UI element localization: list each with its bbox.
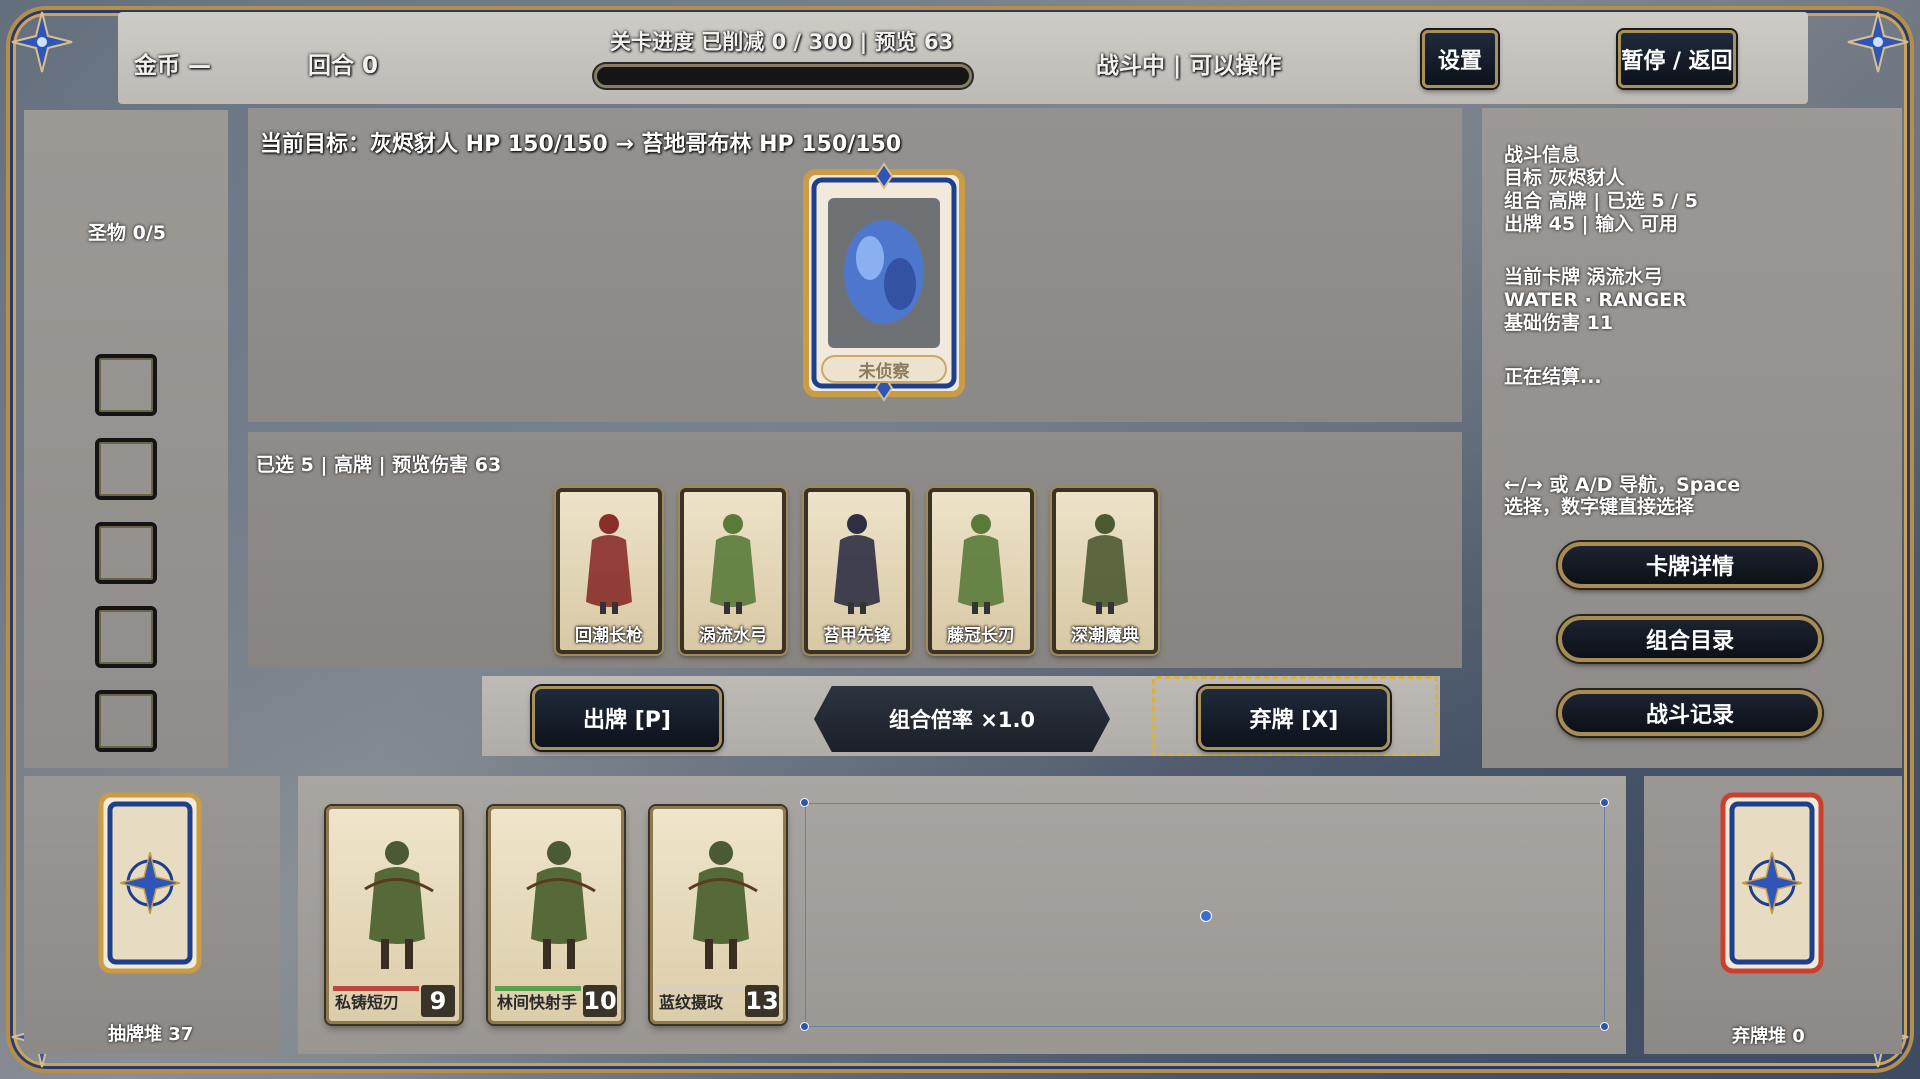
hand-card-value: 10 xyxy=(583,985,617,1017)
relic-slot[interactable] xyxy=(95,438,157,500)
selected-card-name: 苔甲先锋 xyxy=(823,626,891,646)
hand-card-name: 私铸短刃 xyxy=(335,993,400,1012)
relic-slot[interactable] xyxy=(95,690,157,752)
round-counter: 回合 0 xyxy=(308,53,379,79)
stage-progress-bar xyxy=(594,64,972,88)
controls-hint-line: 选择，数字键直接选择 xyxy=(1504,496,1695,518)
selected-card[interactable]: 回潮长枪 xyxy=(556,488,662,654)
relic-slot[interactable] xyxy=(95,354,157,416)
discard-pile-card-back[interactable] xyxy=(1720,792,1824,974)
hand-card[interactable]: 蓝纹摄政 13 xyxy=(650,806,786,1024)
archer-figure xyxy=(364,841,434,969)
selected-card[interactable]: 苔甲先锋 xyxy=(804,488,910,654)
discard-button[interactable]: 弃牌 [X] xyxy=(1198,686,1390,750)
battle-info-line: 组合 高牌 | 已选 5 / 5 xyxy=(1504,190,1699,212)
selection-summary: 已选 5 | 高牌 | 预览伤害 63 xyxy=(256,454,502,476)
current-card-info-line: WATER · RANGER xyxy=(1504,289,1687,311)
combo-catalog-button[interactable]: 组合目录 xyxy=(1558,616,1822,662)
selected-card-name: 深潮魔典 xyxy=(1071,626,1139,646)
archer-figure xyxy=(688,841,758,969)
drop-zone-handle[interactable] xyxy=(800,798,809,807)
green-dryad-figure xyxy=(710,514,756,614)
dark-reaper-figure xyxy=(834,514,880,614)
hand-card-value: 13 xyxy=(745,985,779,1017)
controls-hint-line: ←/→ 或 A/D 导航，Space xyxy=(1504,474,1741,496)
relic-slot[interactable] xyxy=(95,522,157,584)
green-dryad-figure xyxy=(958,514,1004,614)
selected-card-name: 回潮长枪 xyxy=(575,626,643,646)
selected-card[interactable]: 深潮魔典 xyxy=(1052,488,1158,654)
draw-pile-card-back[interactable] xyxy=(98,792,202,974)
relic-slot[interactable] xyxy=(95,606,157,668)
battle-log-button[interactable]: 战斗记录 xyxy=(1558,690,1822,736)
gold-counter: 金币 — xyxy=(134,53,212,79)
current-card-info-line: 基础伤害 11 xyxy=(1504,312,1614,334)
current-card-info-line: 当前卡牌 涡流水弓 xyxy=(1504,266,1663,288)
battle-status: 战斗中 | 可以操作 xyxy=(1096,53,1282,79)
resolving-status: 正在结算... xyxy=(1504,366,1602,388)
hand-card-value: 9 xyxy=(421,985,455,1017)
hand-card[interactable]: 私铸短刃 9 xyxy=(326,806,462,1024)
selected-card-name: 藤冠长刃 xyxy=(947,626,1015,646)
battle-info-line: 目标 灰烬豺人 xyxy=(1504,167,1625,189)
corner-star-ornament-top-right xyxy=(1846,10,1910,74)
play-button[interactable]: 出牌 [P] xyxy=(532,686,722,750)
archer-figure xyxy=(526,841,596,969)
relic-count-label: 圣物 0/5 xyxy=(88,222,166,244)
battle-info-line: 出牌 45 | 输入 可用 xyxy=(1504,213,1678,235)
selected-card[interactable]: 涡流水弓 xyxy=(680,488,786,654)
drop-zone-center-handle[interactable] xyxy=(1200,910,1212,922)
stage-progress-text: 关卡进度 已削减 0 / 300 | 预览 63 xyxy=(610,30,954,54)
selected-card-name: 涡流水弓 xyxy=(699,626,767,646)
enemy-card[interactable]: 未侦察 xyxy=(800,162,968,402)
discard-pile-count: 弃牌堆 0 xyxy=(1732,1026,1805,1047)
settings-button[interactable]: 设置 xyxy=(1422,30,1498,88)
enemy-scout-status: 未侦察 xyxy=(858,362,910,382)
hand-card[interactable]: 林间快射手 10 xyxy=(488,806,624,1024)
corner-star-ornament-top-left xyxy=(10,10,74,74)
hand-card-name: 蓝纹摄政 xyxy=(659,993,724,1012)
pause-return-button[interactable]: 暂停 / 返回 xyxy=(1618,30,1736,88)
card-details-button[interactable]: 卡牌详情 xyxy=(1558,542,1822,588)
selected-card[interactable]: 藤冠长刃 xyxy=(928,488,1034,654)
hand-card-name: 林间快射手 xyxy=(497,993,578,1012)
armored-warrior-figure xyxy=(1082,514,1128,614)
battle-info-line: 战斗信息 xyxy=(1504,144,1581,166)
card-back-compass-icon xyxy=(1720,792,1824,974)
red-hat-spearman-figure xyxy=(586,514,632,614)
drop-zone-handle[interactable] xyxy=(1600,798,1609,807)
drop-zone-handle[interactable] xyxy=(800,1022,809,1031)
drop-zone-handle[interactable] xyxy=(1600,1022,1609,1031)
card-back-compass-icon xyxy=(98,792,202,974)
current-target-title: 当前目标：灰烬豺人 HP 150/150 → 苔地哥布林 HP 150/150 xyxy=(260,132,902,157)
draw-pile-count: 抽牌堆 37 xyxy=(108,1024,194,1045)
combo-multiplier: 组合倍率 ×1.0 xyxy=(814,686,1110,752)
